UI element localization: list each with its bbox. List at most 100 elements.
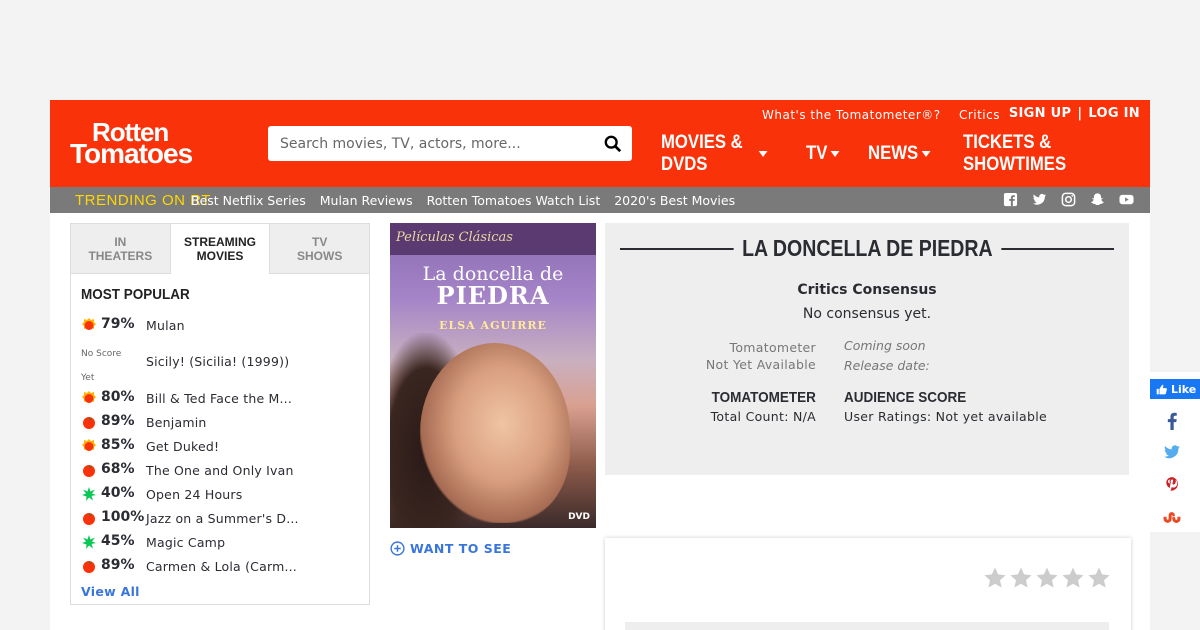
social-links [1003, 192, 1134, 207]
chevron-down-icon [921, 151, 931, 157]
stumbleupon-share-icon[interactable] [1163, 508, 1181, 526]
movie-poster[interactable]: Películas Clásicas La doncella de PIEDRA… [390, 223, 596, 528]
search-input[interactable] [268, 126, 588, 161]
pinterest-share-icon[interactable] [1163, 476, 1181, 494]
user-ratings: User Ratings: Not yet available [844, 409, 1048, 424]
movie-title-link[interactable]: Magic Camp [146, 535, 225, 550]
tomatometer-status-label: Tomatometer [729, 340, 816, 355]
movie-title-link[interactable]: Mulan [146, 318, 185, 333]
view-all-link[interactable]: View All [81, 584, 140, 599]
trending-link[interactable]: Best Netflix Series [191, 193, 306, 208]
auth-links: SIGN UP | LOG IN [1009, 106, 1140, 121]
audience-score-heading: AUDIENCE SCORE [844, 389, 967, 406]
tomatometer-score: 79% [101, 316, 135, 332]
snapchat-icon[interactable] [1090, 192, 1105, 207]
facebook-share-icon[interactable] [1163, 412, 1181, 430]
star-icon[interactable] [1061, 566, 1085, 590]
tab-streaming-movies[interactable]: STREAMING MOVIES [169, 224, 271, 274]
nav-news-label: NEWS [868, 143, 919, 164]
star-icon[interactable] [1009, 566, 1033, 590]
tab-tv-shows[interactable]: TV SHOWS [270, 224, 370, 274]
main-nav: MOVIES & DVDS TV NEWS TICKETS & SHOWTIME… [661, 132, 1150, 175]
movie-title-link[interactable]: Benjamin [146, 415, 207, 430]
trending-links: Best Netflix Series Mulan Reviews Rotten… [191, 193, 745, 208]
star-icon[interactable] [983, 566, 1007, 590]
list-item[interactable]: 89% Benjamin [81, 411, 361, 433]
list-item[interactable]: 80% Bill & Ted Face the M... [81, 387, 361, 409]
tomatometer-status: Tomatometer Not Yet Available [706, 339, 816, 373]
tomatometer-info-link[interactable]: What's the Tomatometer®? [762, 108, 941, 122]
nav-tv[interactable]: TV [806, 142, 840, 166]
sign-up-link[interactable]: SIGN UP [1009, 106, 1071, 121]
review-input-bar[interactable] [625, 622, 1109, 630]
star-rating [983, 566, 1111, 590]
auth-separator: | [1077, 106, 1083, 121]
list-item[interactable]: 79% Mulan [81, 314, 361, 336]
tomatometer-score: 89% [101, 413, 135, 429]
list-item[interactable]: 40% Open 24 Hours [81, 483, 361, 505]
star-icon[interactable] [1087, 566, 1111, 590]
movie-title-link[interactable]: Get Duked! [146, 439, 219, 454]
twitter-share-icon[interactable] [1163, 443, 1181, 461]
top-links: What's the Tomatometer®? Critics [748, 108, 1000, 124]
tomatometer-score: 45% [101, 533, 135, 549]
list-item[interactable]: 100% Jazz on a Summer's D... [81, 507, 361, 529]
main-content: IN THEATERS STREAMING MOVIES TV SHOWS MO… [50, 213, 1150, 630]
movie-title-link[interactable]: Open 24 Hours [146, 487, 242, 502]
tomatometer-score: 85% [101, 437, 135, 453]
movie-title-link[interactable]: Bill & Ted Face the M... [146, 391, 292, 406]
rating-widget [605, 538, 1131, 630]
fresh-tomato-icon [83, 417, 95, 429]
list-item[interactable]: 45% Magic Camp [81, 531, 361, 553]
nav-tickets-showtimes[interactable]: TICKETS & SHOWTIMES [963, 132, 1106, 175]
movie-title-link[interactable]: Sicily! (Sicilia! (1999)) [146, 354, 289, 369]
most-popular-heading: MOST POPULAR [81, 286, 190, 303]
tomatometer-score: 40% [101, 485, 135, 501]
list-item[interactable]: 68% The One and Only Ivan [81, 459, 361, 481]
trending-link[interactable]: 2020's Best Movies [614, 193, 735, 208]
search-icon[interactable] [604, 135, 622, 153]
tomatometer-score: 80% [101, 389, 135, 405]
nav-tv-label: TV [805, 143, 828, 164]
plus-circle-icon [390, 541, 405, 556]
tab-in-theaters[interactable]: IN THEATERS [71, 224, 170, 274]
list-item[interactable]: 85% Get Duked! [81, 435, 361, 457]
nav-movies-dvds[interactable]: MOVIES & DVDS [661, 132, 768, 175]
no-score-label: No Score Yet [81, 349, 122, 383]
share-sidebar: Like [1150, 372, 1200, 532]
fresh-tomato-icon [83, 561, 95, 573]
certified-fresh-icon [82, 318, 96, 330]
facebook-like-label: Like [1171, 382, 1197, 396]
tomatometer-score: 100% [101, 509, 145, 525]
movie-title-link[interactable]: Jazz on a Summer's D... [146, 511, 299, 526]
rotten-splat-icon [82, 487, 96, 501]
trending-link[interactable]: Rotten Tomatoes Watch List [427, 193, 601, 208]
nav-tickets-label: TICKETS & SHOWTIMES [963, 132, 1067, 175]
fresh-tomato-icon [83, 513, 95, 525]
facebook-like-button[interactable]: Like [1150, 379, 1200, 399]
star-icon[interactable] [1035, 566, 1059, 590]
thumbs-up-icon [1156, 384, 1167, 394]
youtube-icon[interactable] [1119, 192, 1134, 207]
tomatometer-status-value: Not Yet Available [705, 357, 816, 372]
dvd-logo: DVD [568, 512, 590, 522]
twitter-icon[interactable] [1032, 192, 1047, 207]
rotten-tomatoes-logo[interactable]: Rotten Tomatoes [70, 119, 230, 168]
chevron-down-icon [830, 151, 840, 157]
certified-fresh-icon [82, 391, 96, 403]
list-item[interactable]: No Score Yet Sicily! (Sicilia! (1999)) [81, 349, 361, 383]
facebook-icon[interactable] [1003, 192, 1018, 207]
rotten-splat-icon [82, 535, 96, 549]
movie-title-link[interactable]: Carmen & Lola (Carm... [146, 559, 297, 574]
nav-news[interactable]: NEWS [868, 142, 931, 166]
log-in-link[interactable]: LOG IN [1088, 106, 1140, 121]
tomatometer-heading: TOMATOMETER [711, 389, 816, 406]
movie-title-link[interactable]: The One and Only Ivan [146, 463, 294, 478]
trending-link[interactable]: Mulan Reviews [320, 193, 413, 208]
poster-actor: ELSA AGUIRRE [439, 319, 547, 332]
critics-link[interactable]: Critics [959, 108, 1000, 122]
instagram-icon[interactable] [1061, 192, 1076, 207]
want-to-see-button[interactable]: WANT TO SEE [390, 541, 511, 556]
score-panel: LA DONCELLA DE PIEDRA Critics Consensus … [605, 223, 1129, 475]
list-item[interactable]: 89% Carmen & Lola (Carm... [81, 555, 361, 577]
